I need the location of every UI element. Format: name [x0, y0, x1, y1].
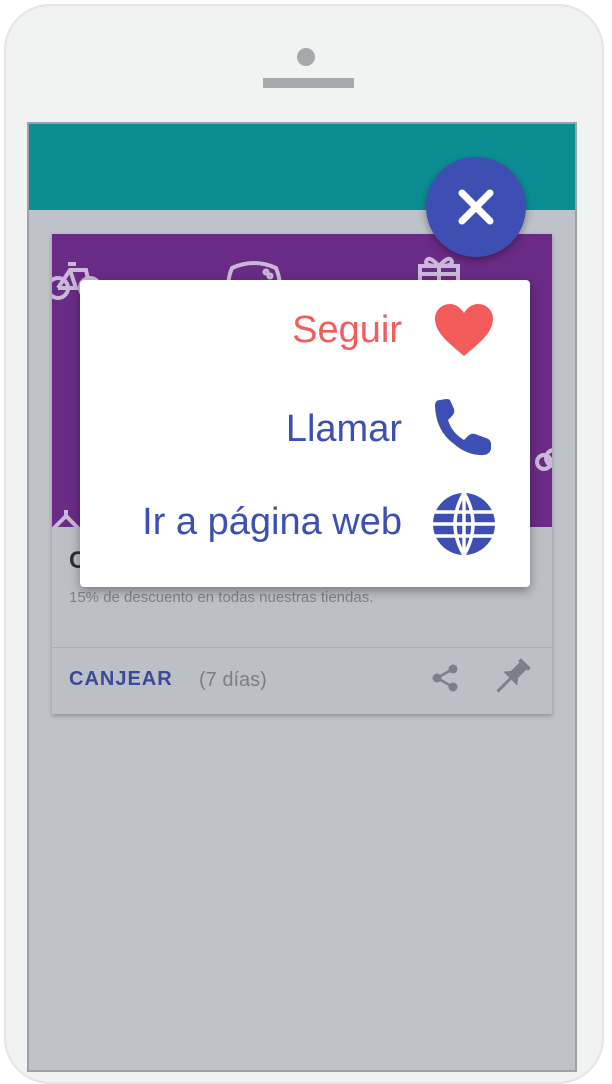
redeem-button[interactable]: CANJEAR — [69, 668, 173, 691]
pin-icon[interactable] — [488, 655, 534, 701]
screen: C 15% de descuento en todas nuestras tie… — [27, 122, 577, 1072]
menu-item-label: Seguir — [292, 309, 402, 351]
card-description: 15% de descuento en todas nuestras tiend… — [69, 589, 374, 606]
cloud-icon — [535, 448, 552, 471]
menu-item-label: Ir a página web — [142, 501, 402, 543]
menu-item-website[interactable]: Ir a página web — [80, 476, 530, 566]
share-icon[interactable] — [430, 663, 460, 693]
heart-icon — [435, 304, 493, 356]
menu-item-follow[interactable]: Seguir — [80, 285, 530, 375]
close-fab-button[interactable] — [426, 157, 526, 257]
phone-icon — [435, 399, 491, 456]
menu-item-label: Llamar — [285, 408, 402, 450]
camera-dot — [297, 48, 315, 66]
globe-icon — [433, 492, 495, 556]
days-remaining: (7 días) — [199, 669, 267, 691]
menu-item-call[interactable]: Llamar — [80, 382, 530, 472]
speaker-slot — [263, 78, 354, 88]
speed-dial-menu: Seguir Llamar Ir a página web — [80, 280, 530, 587]
close-icon — [458, 189, 494, 225]
card-divider — [52, 647, 552, 648]
